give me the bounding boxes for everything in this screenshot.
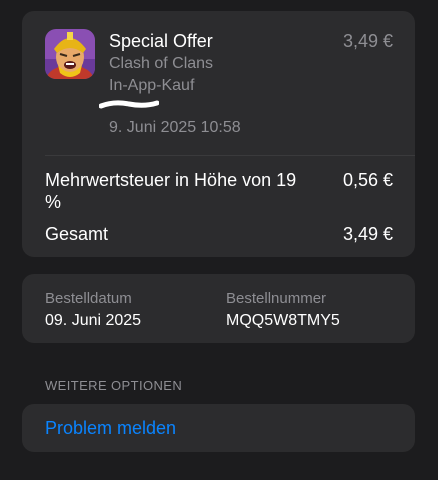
clash-of-clans-app-icon	[45, 29, 95, 79]
purchase-title: Special Offer	[109, 31, 213, 51]
tax-value: 0,56 €	[342, 170, 393, 190]
order-date-value: 09. Juni 2025	[45, 312, 142, 329]
order-date-label: Bestelldatum	[45, 290, 132, 307]
more-options-card: Problem melden	[22, 404, 415, 452]
total-label: Gesamt	[45, 224, 109, 244]
redaction-scribble	[98, 97, 160, 109]
purchase-date: 9. Juni 2025 10:58	[109, 119, 241, 136]
order-number-value: MQQ5W8TMY5	[226, 312, 340, 329]
more-options-header: WEITERE OPTIONEN	[45, 378, 183, 393]
tax-label: Mehrwertsteuer in Höhe von 19 %	[45, 170, 297, 212]
purchase-card: Special Offer 3,49 € Clash of Clans In-A…	[22, 11, 415, 257]
purchase-type: In-App-Kauf	[109, 77, 195, 94]
purchase-app-name: Clash of Clans	[109, 55, 214, 72]
report-problem-button[interactable]: Problem melden	[45, 418, 176, 439]
order-number-label: Bestellnummer	[226, 290, 327, 307]
divider	[45, 155, 415, 156]
total-value: 3,49 €	[342, 224, 393, 244]
order-info-card: Bestelldatum 09. Juni 2025 Bestellnummer…	[22, 274, 415, 343]
purchase-price: 3,49 €	[342, 31, 393, 51]
